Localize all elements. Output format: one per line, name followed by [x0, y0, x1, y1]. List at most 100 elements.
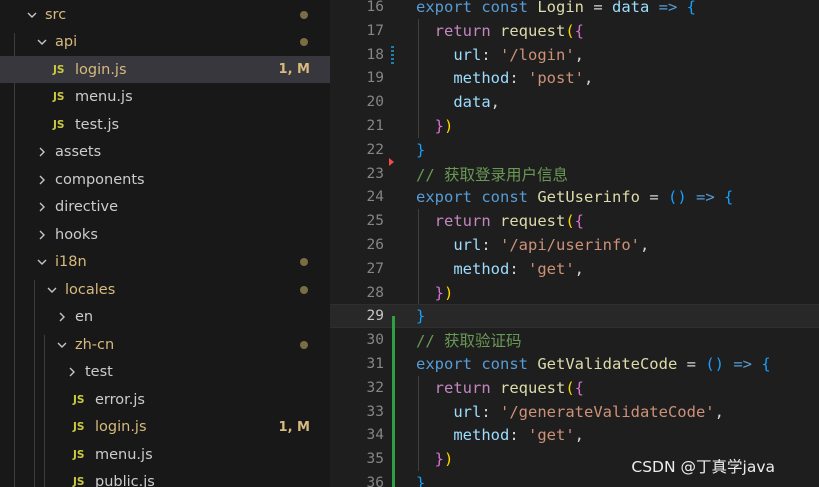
code-line[interactable]: 27 method: 'get',	[330, 257, 819, 281]
code-line[interactable]: 32 return request({	[330, 376, 819, 400]
item-label: api	[55, 34, 78, 50]
code-text: })	[416, 283, 454, 302]
code-line[interactable]: 29}	[330, 304, 819, 329]
file-item[interactable]: JS test.js	[0, 111, 330, 138]
file-item[interactable]: JS menu.js	[0, 441, 330, 468]
code-token: (	[565, 212, 575, 231]
code-token: :	[509, 259, 528, 278]
chevron-down-icon[interactable]	[34, 34, 50, 50]
code-line[interactable]: 24 export const GetUserinfo = () => {	[330, 185, 819, 209]
folder-item[interactable]: directive	[0, 194, 330, 221]
code-token: Login	[537, 0, 584, 16]
file-item[interactable]: JS error.js	[0, 386, 330, 413]
code-token: ,	[574, 259, 585, 278]
code-line[interactable]: 26 url: '/api/userinfo',	[330, 233, 819, 257]
file-item[interactable]: JS menu.js	[0, 84, 330, 111]
code-line[interactable]: 17 return request({	[330, 19, 819, 43]
code-line[interactable]: 23 // 获取登录用户信息	[330, 162, 819, 186]
code-editor[interactable]: 16 export const Login = data => {17 retur…	[330, 0, 819, 487]
line-number: 36	[366, 475, 384, 487]
chevron-down-icon[interactable]	[34, 254, 50, 270]
item-label: locales	[65, 281, 116, 298]
code-token: 'get'	[528, 259, 575, 278]
code-line[interactable]: 28 })	[330, 281, 819, 305]
code-token: data	[612, 0, 650, 16]
code-line[interactable]: 25 return request({	[330, 209, 819, 233]
javascript-file-icon: JS	[73, 421, 85, 433]
line-number: 33	[366, 403, 384, 420]
code-line[interactable]: 22}	[330, 138, 819, 162]
file-item[interactable]: JS public.js	[0, 469, 330, 487]
chevron-right-icon[interactable]	[34, 172, 50, 188]
git-modified-gutter[interactable]	[391, 45, 394, 66]
chevron-down-icon[interactable]	[24, 7, 40, 23]
folder-item[interactable]: assets	[0, 139, 330, 166]
code-text: export const GetUserinfo = () => {	[416, 188, 733, 206]
code-token: :	[481, 402, 500, 421]
file-item[interactable]: JS login.js 1, M	[0, 414, 330, 441]
code-line[interactable]: 30 // 获取验证码	[330, 328, 819, 352]
git-deleted-marker[interactable]	[389, 157, 394, 166]
folder-item[interactable]: src	[0, 1, 330, 28]
code-token: }	[434, 117, 445, 135]
code-line[interactable]: 19 method: 'post',	[330, 66, 819, 90]
folder-item[interactable]: test	[0, 359, 330, 386]
code-token: return	[434, 378, 500, 397]
code-token: :	[481, 45, 500, 64]
code-line[interactable]: 16 export const Login = data => {	[330, 0, 819, 19]
code-token: method	[453, 69, 510, 88]
code-token: method	[453, 259, 510, 278]
git-added-gutter[interactable]	[392, 316, 395, 487]
item-label: assets	[55, 144, 102, 160]
line-number: 24	[366, 189, 384, 206]
code-token: {	[574, 212, 585, 231]
folder-item[interactable]: api	[0, 29, 330, 56]
code-text: }	[416, 307, 425, 325]
code-token: ,	[574, 45, 584, 64]
folder-item[interactable]: locales	[0, 276, 330, 303]
code-token: (	[565, 378, 575, 397]
code-token: ,	[714, 402, 724, 421]
chevron-right-icon[interactable]	[34, 144, 50, 160]
code-line[interactable]: 33 url: '/generateValidateCode',	[330, 400, 819, 424]
line-number: 30	[366, 332, 384, 349]
line-number: 32	[366, 379, 384, 396]
line-number: 29	[366, 308, 384, 325]
code-token: ,	[574, 426, 585, 445]
code-token: ,	[490, 93, 500, 112]
code-token: {	[686, 0, 696, 16]
chevron-right-icon[interactable]	[64, 364, 80, 380]
code-token: :	[481, 236, 500, 254]
code-token: }	[434, 283, 445, 302]
code-line[interactable]: 31 export const GetValidateCode = () => {	[330, 352, 819, 376]
chevron-down-icon[interactable]	[44, 282, 60, 298]
chevron-right-icon[interactable]	[54, 309, 70, 325]
code-token: )	[444, 117, 454, 135]
code-token: =	[677, 355, 706, 373]
code-token: return	[434, 212, 500, 231]
code-token: '/api/userinfo'	[500, 236, 640, 254]
folder-item[interactable]: zh-cn	[0, 331, 330, 358]
file-item[interactable]: JS login.js 1, M	[0, 56, 330, 83]
chevron-right-icon[interactable]	[34, 227, 50, 243]
item-label: i18n	[55, 254, 87, 270]
code-token: request	[500, 378, 566, 397]
code-token: // 获取登录用户信息	[416, 165, 568, 184]
line-number: 20	[366, 94, 384, 111]
folder-item[interactable]: hooks	[0, 221, 330, 248]
code-line[interactable]: 20 data,	[330, 90, 819, 114]
folder-item[interactable]: en	[0, 304, 330, 331]
code-line[interactable]: 18 url: '/login',	[330, 43, 819, 67]
code-text: url: '/generateValidateCode',	[416, 403, 724, 421]
code-line[interactable]: 34 method: 'get',	[330, 423, 819, 447]
code-line[interactable]: 21 })	[330, 114, 819, 138]
chevron-down-icon[interactable]	[54, 337, 70, 353]
folder-item[interactable]: components	[0, 166, 330, 193]
folder-item[interactable]: i18n	[0, 249, 330, 276]
chevron-right-icon[interactable]	[34, 199, 50, 215]
modified-dot-icon	[300, 38, 308, 46]
